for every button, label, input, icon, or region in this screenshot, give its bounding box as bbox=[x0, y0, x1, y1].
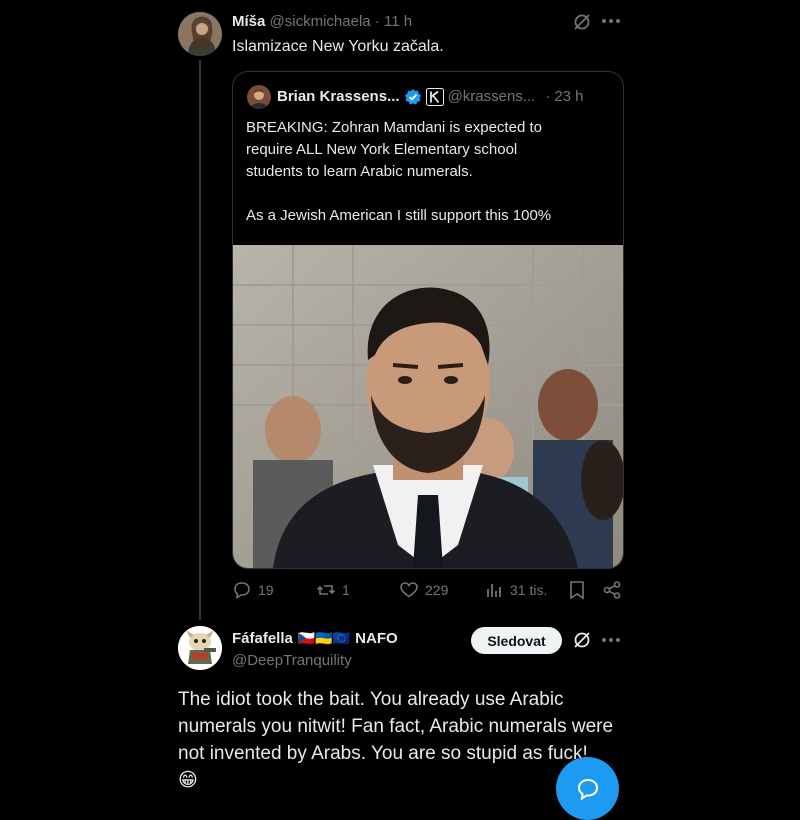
reply-count: 19 bbox=[258, 582, 274, 598]
quote-text-line: require ALL New York Elementary school bbox=[246, 141, 518, 158]
post-time[interactable]: 11 h bbox=[384, 13, 412, 30]
quoted-post[interactable]: Brian Krassens... @krassens... · 23 h BR… bbox=[232, 71, 624, 569]
like-icon bbox=[399, 580, 419, 600]
repost-count: 1 bbox=[342, 582, 350, 598]
views-icon bbox=[484, 580, 504, 600]
quote-text: BREAKING: Zohran Mamdani is expected to … bbox=[246, 117, 616, 227]
reply-text-line: numerals you nitwit! Fan fact, Arabic nu… bbox=[178, 716, 614, 737]
quote-author-name: Brian Krassens... bbox=[277, 88, 400, 105]
separator: · bbox=[374, 13, 380, 30]
share-action[interactable] bbox=[602, 580, 622, 600]
quote-text-line: As a Jewish American I still support thi… bbox=[246, 207, 552, 224]
grok-icon[interactable] bbox=[572, 630, 592, 650]
views-action[interactable]: 31 tis. bbox=[484, 580, 547, 600]
compose-reply-button[interactable] bbox=[556, 757, 619, 820]
reply-action[interactable]: 19 bbox=[232, 580, 274, 600]
more-icon[interactable] bbox=[601, 18, 621, 24]
repost-action[interactable]: 1 bbox=[316, 580, 350, 600]
verified-badge-icon bbox=[404, 88, 422, 106]
flag-badges: 🇨🇿🇺🇦🇪🇺 bbox=[297, 630, 351, 646]
reply-icon bbox=[232, 580, 252, 600]
quote-author-avatar bbox=[247, 85, 271, 109]
reply-author-name[interactable]: Fáfafella bbox=[232, 629, 293, 648]
quote-text-line: students to learn Arabic numerals. bbox=[246, 163, 473, 180]
share-icon bbox=[602, 580, 622, 600]
author-handle[interactable]: @sickmichaela bbox=[270, 13, 371, 30]
reply-header: Fáfafella 🇨🇿🇺🇦🇪🇺 NAFO bbox=[232, 629, 398, 648]
post-header: Míša @sickmichaela · 11 h bbox=[232, 13, 412, 31]
post-text: Islamizace New Yorku začala. bbox=[232, 38, 444, 55]
author-name[interactable]: Míša bbox=[232, 13, 265, 30]
affiliate-k-icon bbox=[425, 88, 444, 106]
follow-button[interactable]: Sledovat bbox=[471, 627, 562, 654]
compose-reply-icon bbox=[575, 776, 601, 802]
quote-time: 23 h bbox=[554, 88, 584, 105]
thread-line bbox=[199, 60, 201, 620]
bookmark-icon bbox=[568, 580, 586, 600]
separator: · bbox=[545, 88, 551, 105]
reply-author-avatar[interactable] bbox=[178, 626, 222, 670]
repost-icon bbox=[316, 580, 336, 600]
reply-author-handle[interactable]: @DeepTranquility bbox=[232, 651, 352, 670]
quote-text-line: BREAKING: Zohran Mamdani is expected to bbox=[246, 119, 542, 136]
quote-author-handle: @krassens... bbox=[447, 88, 536, 105]
bookmark-action[interactable] bbox=[568, 580, 586, 600]
quote-photo[interactable] bbox=[233, 245, 623, 568]
quote-header: Brian Krassens... @krassens... · 23 h bbox=[277, 88, 584, 106]
like-count: 229 bbox=[425, 582, 449, 598]
grok-icon[interactable] bbox=[572, 12, 592, 32]
like-action[interactable]: 229 bbox=[399, 580, 448, 600]
reply-text-line: The idiot took the bait. You already use… bbox=[178, 689, 564, 710]
more-icon[interactable] bbox=[601, 637, 621, 643]
nafo-tag: NAFO bbox=[355, 630, 398, 647]
view-count: 31 tis. bbox=[510, 582, 548, 598]
author-avatar[interactable] bbox=[178, 12, 222, 56]
